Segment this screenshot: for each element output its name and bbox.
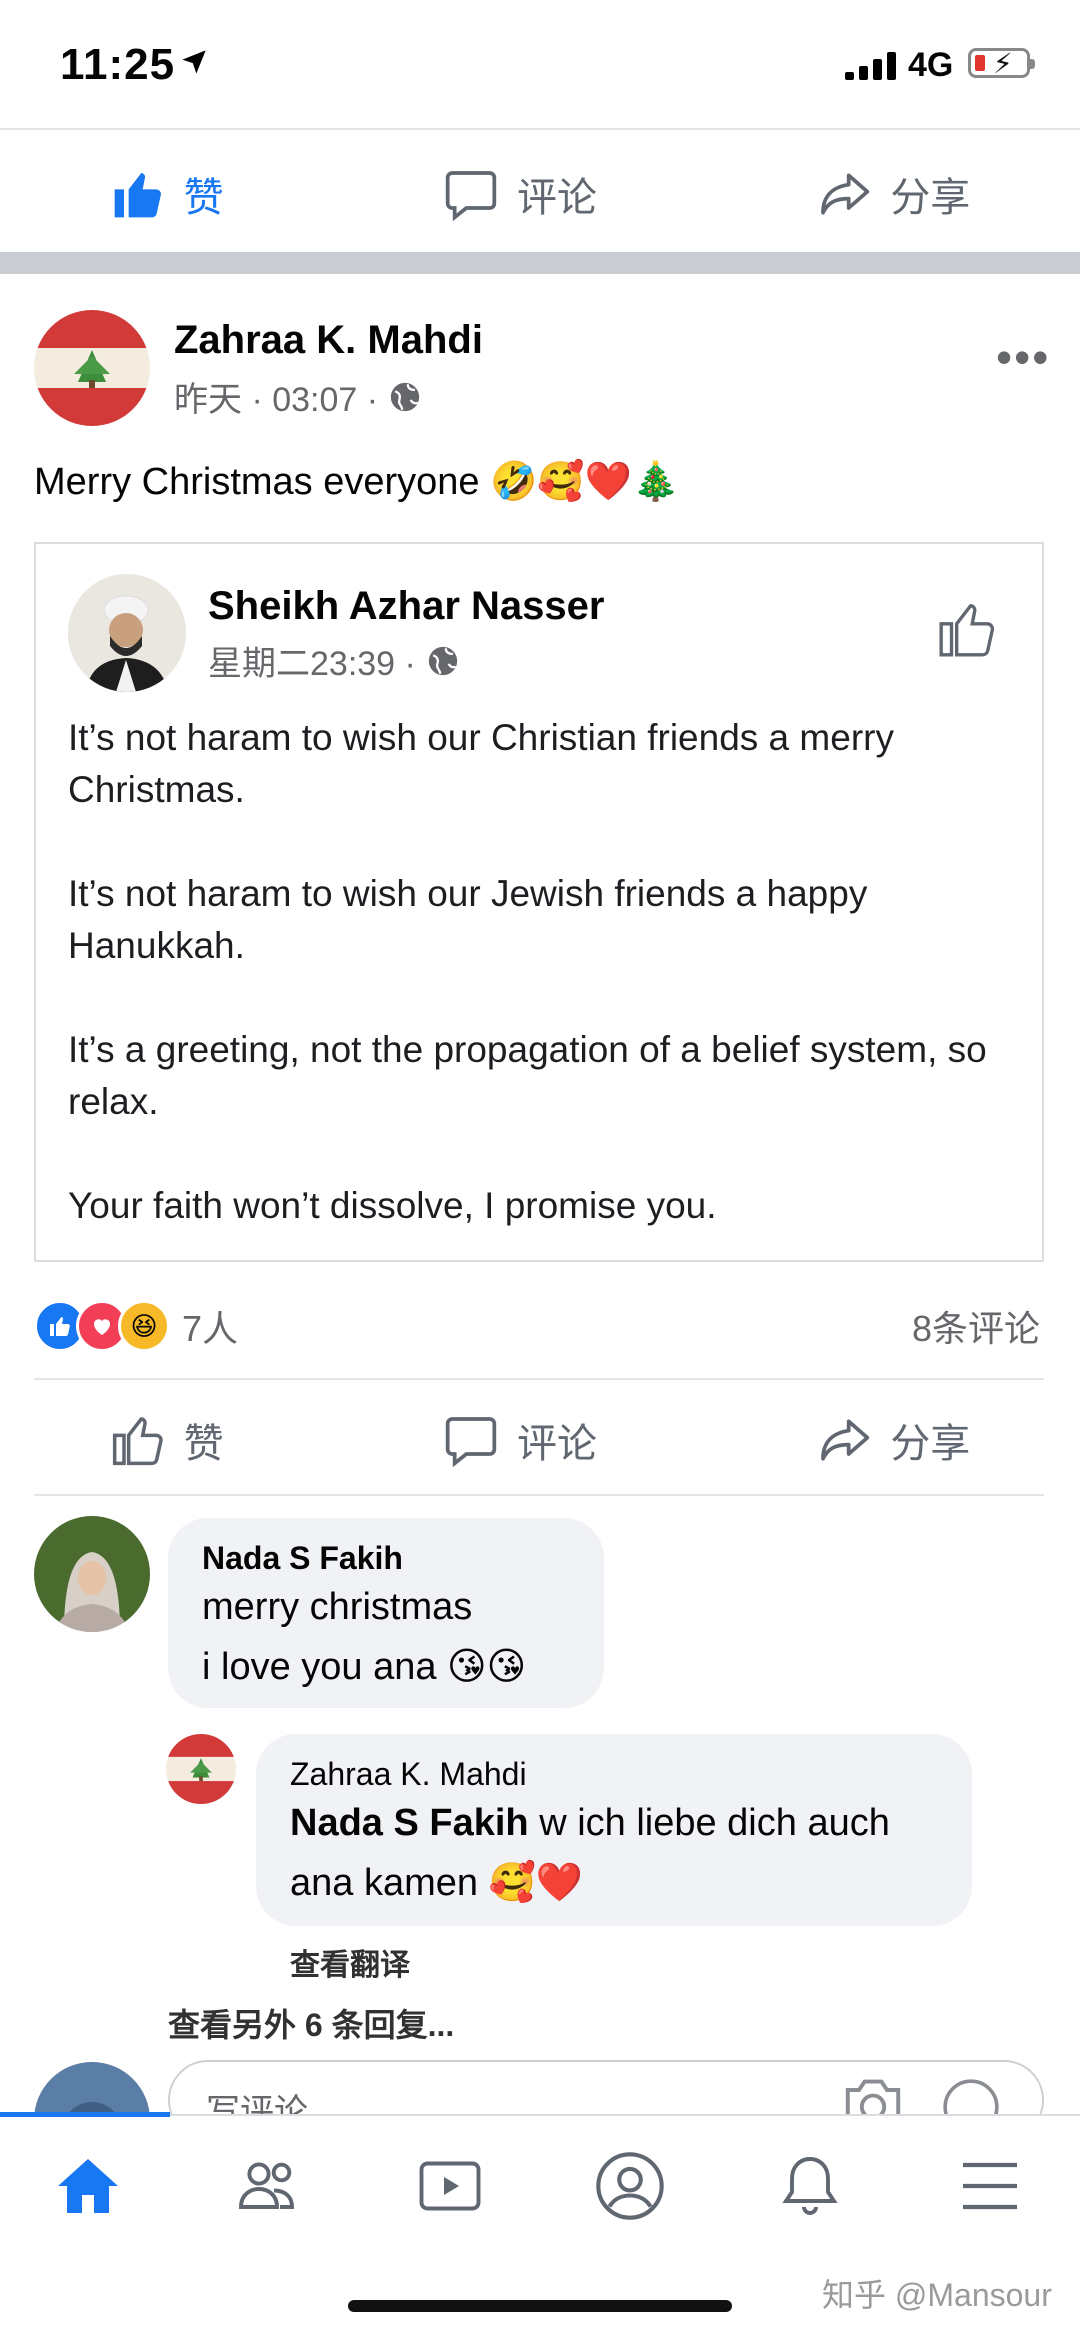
divider	[34, 1494, 1044, 1496]
like-label: 赞	[183, 1422, 224, 1466]
previous-post-actions: 赞 评论 分享	[0, 134, 1080, 254]
location-arrow-icon	[182, 50, 206, 74]
status-time: 11:25	[60, 40, 176, 89]
shared-paragraph: It’s not haram to wish our Jewish friend…	[68, 873, 868, 966]
watermark: 知乎 @Mansour	[822, 2277, 1052, 2313]
post-text: Merry Christmas everyone 🤣🥰❤️🎄	[34, 461, 680, 503]
profile-icon	[596, 2152, 664, 2220]
share-icon	[821, 173, 870, 215]
shared-author-avatar[interactable]	[68, 574, 186, 692]
divider	[0, 128, 1080, 130]
shared-post-meta: 星期二23:39 ·	[208, 636, 460, 685]
share-button[interactable]: 分享	[816, 1411, 970, 1469]
shared-post-body: It’s not haram to wish our Christian fri…	[68, 712, 1018, 1232]
globe-icon	[390, 382, 420, 411]
comment-text-line: i love you ana 😘😘	[202, 1646, 527, 1688]
home-indicator[interactable]	[348, 2300, 732, 2312]
notifications-icon	[782, 2157, 838, 2215]
shared-post-card[interactable]: Sheikh Azhar Nasser 星期二23:39 · It’s not …	[34, 542, 1044, 1262]
thumbs-up-filled-icon	[114, 173, 161, 218]
thumbs-up-outline-icon[interactable]	[936, 598, 998, 660]
tab-notifications[interactable]	[770, 2146, 850, 2226]
view-more-replies-link[interactable]: 查看另外 6 条回复...	[168, 2000, 454, 2046]
comment-label: 评论	[516, 176, 597, 220]
comment-text-line: merry christmas	[202, 1586, 473, 1628]
signal-icon	[845, 52, 896, 80]
comment-label: 评论	[516, 1422, 597, 1466]
shared-paragraph: Your faith won’t dissolve, I promise you…	[68, 1185, 717, 1226]
post-author-name[interactable]: Zahraa K. Mahdi	[174, 318, 483, 363]
post-actions: 赞 评论 分享	[0, 1380, 1080, 1500]
tab-home[interactable]	[48, 2146, 128, 2226]
menu-icon	[963, 2162, 1017, 2210]
lebanon-flag-avatar	[166, 1734, 236, 1804]
share-icon	[821, 1419, 870, 1461]
mention-link[interactable]: Nada S Fakih	[290, 1802, 529, 1844]
like-button[interactable]: 赞	[110, 1411, 224, 1469]
reply-bubble[interactable]: Zahraa K. Mahdi Nada S Fakih w ich liebe…	[256, 1734, 972, 1926]
like-label: 赞	[183, 176, 224, 220]
share-label: 分享	[890, 1422, 971, 1466]
comment-icon	[445, 171, 497, 222]
comment-bubble[interactable]: Nada S Fakih merry christmas i love you …	[168, 1518, 604, 1708]
thumbs-up-outline-icon	[112, 1417, 163, 1466]
person-avatar	[68, 574, 186, 692]
more-options-icon[interactable]: •••	[996, 330, 1050, 384]
reply-text-line: Nada S Fakih w ich liebe dich auch	[290, 1794, 890, 1852]
battery-low-charging-icon: ⚡	[968, 48, 1035, 79]
like-button-active[interactable]: 赞	[110, 165, 224, 223]
reply-text-rest: w ich liebe dich auch	[528, 1802, 890, 1844]
reply-author[interactable]: Zahraa K. Mahdi	[290, 1756, 527, 1793]
shared-paragraph: It’s a greeting, not the propagation of …	[68, 1029, 987, 1122]
status-bar: 11:25 4G ⚡	[0, 0, 1080, 130]
comment-button[interactable]: 评论	[443, 1411, 597, 1469]
shared-author-name[interactable]: Sheikh Azhar Nasser	[208, 584, 604, 629]
friends-icon	[239, 2162, 294, 2209]
globe-icon	[428, 646, 458, 675]
lebanon-flag-avatar	[34, 310, 150, 426]
watch-icon	[419, 2161, 481, 2211]
reaction-summary[interactable]: 😆 7人	[34, 1300, 238, 1352]
shared-post-time: 星期二23:39 ·	[208, 645, 416, 683]
post-time: 昨天 · 03:07 ·	[174, 381, 379, 419]
see-translation-link[interactable]: 查看翻译	[290, 1940, 410, 1984]
tab-friends[interactable]	[228, 2146, 308, 2226]
share-button[interactable]: 分享	[816, 165, 970, 223]
home-icon	[58, 2159, 118, 2213]
post-separator	[0, 252, 1080, 274]
share-label: 分享	[890, 176, 971, 220]
author-avatar[interactable]	[34, 310, 150, 426]
commenter-avatar[interactable]	[34, 1516, 150, 1632]
reply-text-line: ana kamen 🥰❤️	[290, 1862, 584, 1904]
shared-paragraph: It’s not haram to wish our Christian fri…	[68, 717, 894, 810]
comment-icon	[445, 1417, 497, 1468]
comment-button[interactable]: 评论	[443, 165, 597, 223]
comment-author[interactable]: Nada S Fakih	[202, 1540, 403, 1577]
active-tab-indicator	[0, 2112, 170, 2117]
tab-menu[interactable]	[950, 2146, 1030, 2226]
tab-watch[interactable]	[410, 2146, 490, 2226]
tab-profile[interactable]	[590, 2146, 670, 2226]
haha-reaction-icon: 😆	[118, 1300, 170, 1352]
reply-author-avatar[interactable]	[166, 1734, 236, 1804]
post-meta: 昨天 · 03:07 ·	[174, 372, 422, 421]
reaction-count: 7人	[182, 1308, 239, 1349]
comment-count[interactable]: 8条评论	[912, 1300, 1040, 1352]
person-avatar	[34, 1516, 150, 1632]
network-type: 4G	[908, 46, 954, 84]
